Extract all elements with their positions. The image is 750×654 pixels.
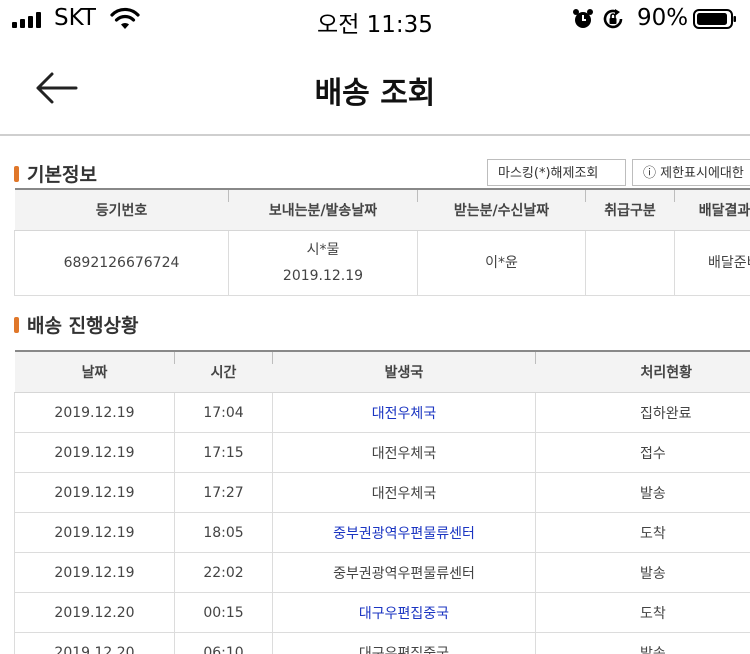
progress-status: 집하완료 [535,392,750,433]
progress-status: 도착 [535,592,750,633]
progress-office: 대전우체국 [272,472,536,513]
progress-table: 날짜 시간 발생국 처리현황 2019.12.19 17:04 대전우체국 집하완료 2… [14,350,750,654]
progress-office: 대구우편집중국 [272,632,536,654]
progress-time: 17:27 [174,472,273,513]
progress-date: 2019.12.20 [14,592,175,633]
progress-title: 배송 진행상황 [14,311,139,338]
basic-info-row: 6892126676724 시*물 2019.12.19 이*윤 배달준비 [14,230,750,296]
col-receiver: 받는분/수신날짜 [417,189,586,231]
basic-info-table: 등기번호 보내는분/발송날짜 받는분/수신날짜 취급구분 배달결과 689212… [14,188,750,296]
progress-date: 2019.12.19 [14,392,175,433]
page-header: 배송 조회 [0,40,750,136]
progress-row: 2019.12.19 17:15 대전우체국 접수 [14,432,750,473]
office-link[interactable]: 중부권광역우편물류센터 [272,512,536,553]
progress-time: 00:15 [174,592,273,633]
section-marker [14,316,19,333]
progress-status: 발송 [535,552,750,593]
progress-time: 18:05 [174,512,273,553]
progress-header-row: 날짜 시간 발생국 처리현황 [14,351,750,393]
page-title: 배송 조회 [314,76,436,111]
progress-status: 도착 [535,512,750,553]
progress-row: 2019.12.20 00:15 대구우편집중국 도착 [14,592,750,633]
progress-time: 22:02 [174,552,273,593]
battery-percent: 90% [637,5,689,31]
sender-name: 시*물 [306,242,340,258]
progress-rows: 2019.12.19 17:04 대전우체국 집하완료 2019.12.19 17:15 대… [14,392,750,654]
progress-date: 2019.12.19 [14,552,175,593]
delivery-result: 배달준비 [674,230,750,296]
progress-office: 대전우체국 [272,432,536,473]
progress-row: 2019.12.19 18:05 중부권광역우편물류센터 도착 [14,512,750,553]
progress-row: 2019.12.20 06:10 대구우편집중국 발송 [14,632,750,654]
handling-type [585,230,675,296]
office-link[interactable]: 대구우편집중국 [272,592,536,633]
basic-info-header-row: 등기번호 보내는분/발송날짜 받는분/수신날짜 취급구분 배달결과 [14,189,750,231]
progress-title-text: 배송 진행상황 [27,315,139,337]
battery-icon [693,9,736,29]
col-tracking-no: 등기번호 [14,189,229,231]
progress-date: 2019.12.19 [14,472,175,513]
progress-row: 2019.12.19 17:27 대전우체국 발송 [14,472,750,513]
col-office: 발생국 [272,351,536,393]
col-result: 배달결과 [674,189,750,231]
progress-status: 접수 [535,432,750,473]
restriction-info-button[interactable]: ⓘ 제한표시에대한 [632,159,750,186]
status-bar: SKT 오전 11:35 90% [0,0,750,40]
col-sender: 보내는분/발송날짜 [228,189,418,231]
send-date: 2019.12.19 [282,268,364,284]
sender-cell: 시*물 2019.12.19 [228,230,418,296]
progress-time: 17:04 [174,392,273,433]
progress-office: 중부권광역우편물류센터 [272,552,536,593]
progress-time: 17:15 [174,432,273,473]
progress-date: 2019.12.19 [14,512,175,553]
col-date: 날짜 [14,351,175,393]
progress-row: 2019.12.19 17:04 대전우체국 집하완료 [14,392,750,433]
progress-date: 2019.12.20 [14,632,175,654]
alarm-icon [573,9,593,28]
basic-info-title-text: 기본정보 [27,164,97,186]
tracking-number: 6892126676724 [14,230,229,296]
basic-info-title: 기본정보 [14,160,97,187]
unmask-lookup-button[interactable]: 마스킹(*)해제조회 [487,159,626,186]
rotation-lock-icon [603,9,623,29]
section-marker [14,165,19,182]
office-link[interactable]: 대전우체국 [272,392,536,433]
receiver-name: 이*윤 [417,230,586,296]
progress-status: 발송 [535,472,750,513]
col-time: 시간 [174,351,273,393]
col-status: 처리현황 [535,351,750,393]
progress-status: 발송 [535,632,750,654]
col-handling: 취급구분 [585,189,675,231]
progress-row: 2019.12.19 22:02 중부권광역우편물류센터 발송 [14,552,750,593]
progress-time: 06:10 [174,632,273,654]
progress-date: 2019.12.19 [14,432,175,473]
